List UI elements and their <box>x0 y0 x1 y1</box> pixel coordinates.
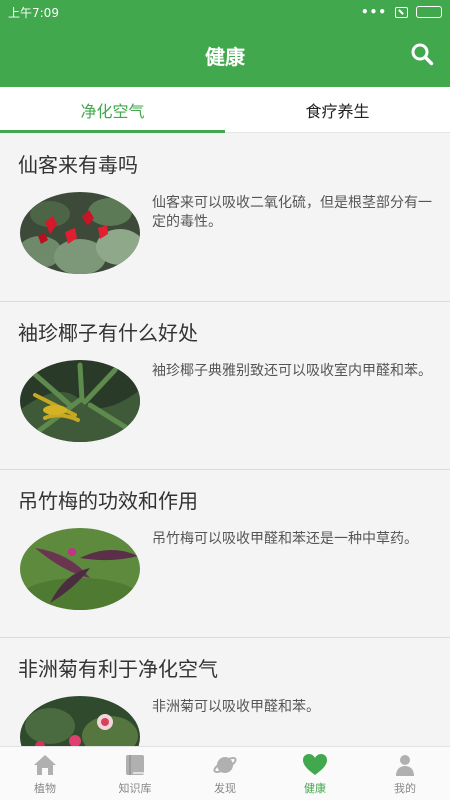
sim-icon <box>395 6 408 18</box>
app-bar: 健康 <box>0 24 450 87</box>
article-description: 袖珍椰子典雅别致还可以吸收室内甲醛和苯。 <box>152 363 432 379</box>
house-icon <box>34 754 56 775</box>
status-time: 上午7:09 <box>8 5 59 20</box>
article-list: 仙客来有毒吗 仙客来可以吸收二氧化硫，但是根茎部分有一定的毒性。 袖珍椰子有什么… <box>0 134 450 746</box>
article-title: 袖珍椰子有什么好处 <box>18 321 198 345</box>
article-description: 非洲菊可以吸收甲醛和苯。 <box>152 699 320 715</box>
nav-label: 健康 <box>304 781 326 795</box>
tab-bar: 净化空气 食疗养生 <box>0 87 450 133</box>
tab-purify-air[interactable]: 净化空气 <box>0 87 225 133</box>
article-description: 仙客来可以吸收二氧化硫，但是根茎部分有一定的毒性。 <box>152 195 432 230</box>
article-thumbnail <box>20 528 140 610</box>
nav-label: 发现 <box>214 781 236 795</box>
nav-item-plants[interactable]: 植物 <box>0 747 90 800</box>
article-thumbnail <box>20 360 140 442</box>
bottom-nav: 植物 知识库 发现 健康 我的 <box>0 746 450 800</box>
list-item[interactable]: 吊竹梅的功效和作用 吊竹梅可以吸收甲醛和苯还是一种中草药。 <box>0 470 450 638</box>
nav-item-mine[interactable]: 我的 <box>360 747 450 800</box>
nav-item-knowledge[interactable]: 知识库 <box>90 747 180 800</box>
article-thumbnail <box>20 696 140 746</box>
nav-label: 我的 <box>394 781 416 795</box>
nav-item-discover[interactable]: 发现 <box>180 747 270 800</box>
nav-label: 知识库 <box>118 781 152 795</box>
article-title: 非洲菊有利于净化空气 <box>18 657 218 681</box>
nav-label: 植物 <box>34 781 56 795</box>
planet-icon <box>213 756 237 773</box>
tab-diet-health[interactable]: 食疗养生 <box>225 87 450 132</box>
list-item[interactable]: 仙客来有毒吗 仙客来可以吸收二氧化硫，但是根茎部分有一定的毒性。 <box>0 134 450 302</box>
article-thumbnail <box>20 192 140 274</box>
article-title: 吊竹梅的功效和作用 <box>18 489 198 513</box>
list-item[interactable]: 袖珍椰子有什么好处 袖珍椰子典雅别致还可以吸收室内甲醛和苯。 <box>0 302 450 470</box>
search-icon[interactable] <box>410 42 434 66</box>
book-icon <box>126 754 144 775</box>
article-title: 仙客来有毒吗 <box>18 153 138 177</box>
person-icon <box>396 754 414 776</box>
status-bar: 上午7:09 ••• <box>0 0 450 24</box>
heart-icon <box>303 753 327 775</box>
page-title: 健康 <box>205 45 245 69</box>
notification-dots: ••• <box>360 5 387 19</box>
list-item[interactable]: 非洲菊有利于净化空气 非洲菊可以吸收甲醛和苯。 <box>0 638 450 746</box>
nav-item-health[interactable]: 健康 <box>270 747 360 800</box>
battery-icon <box>416 6 442 18</box>
article-description: 吊竹梅可以吸收甲醛和苯还是一种中草药。 <box>152 531 418 547</box>
